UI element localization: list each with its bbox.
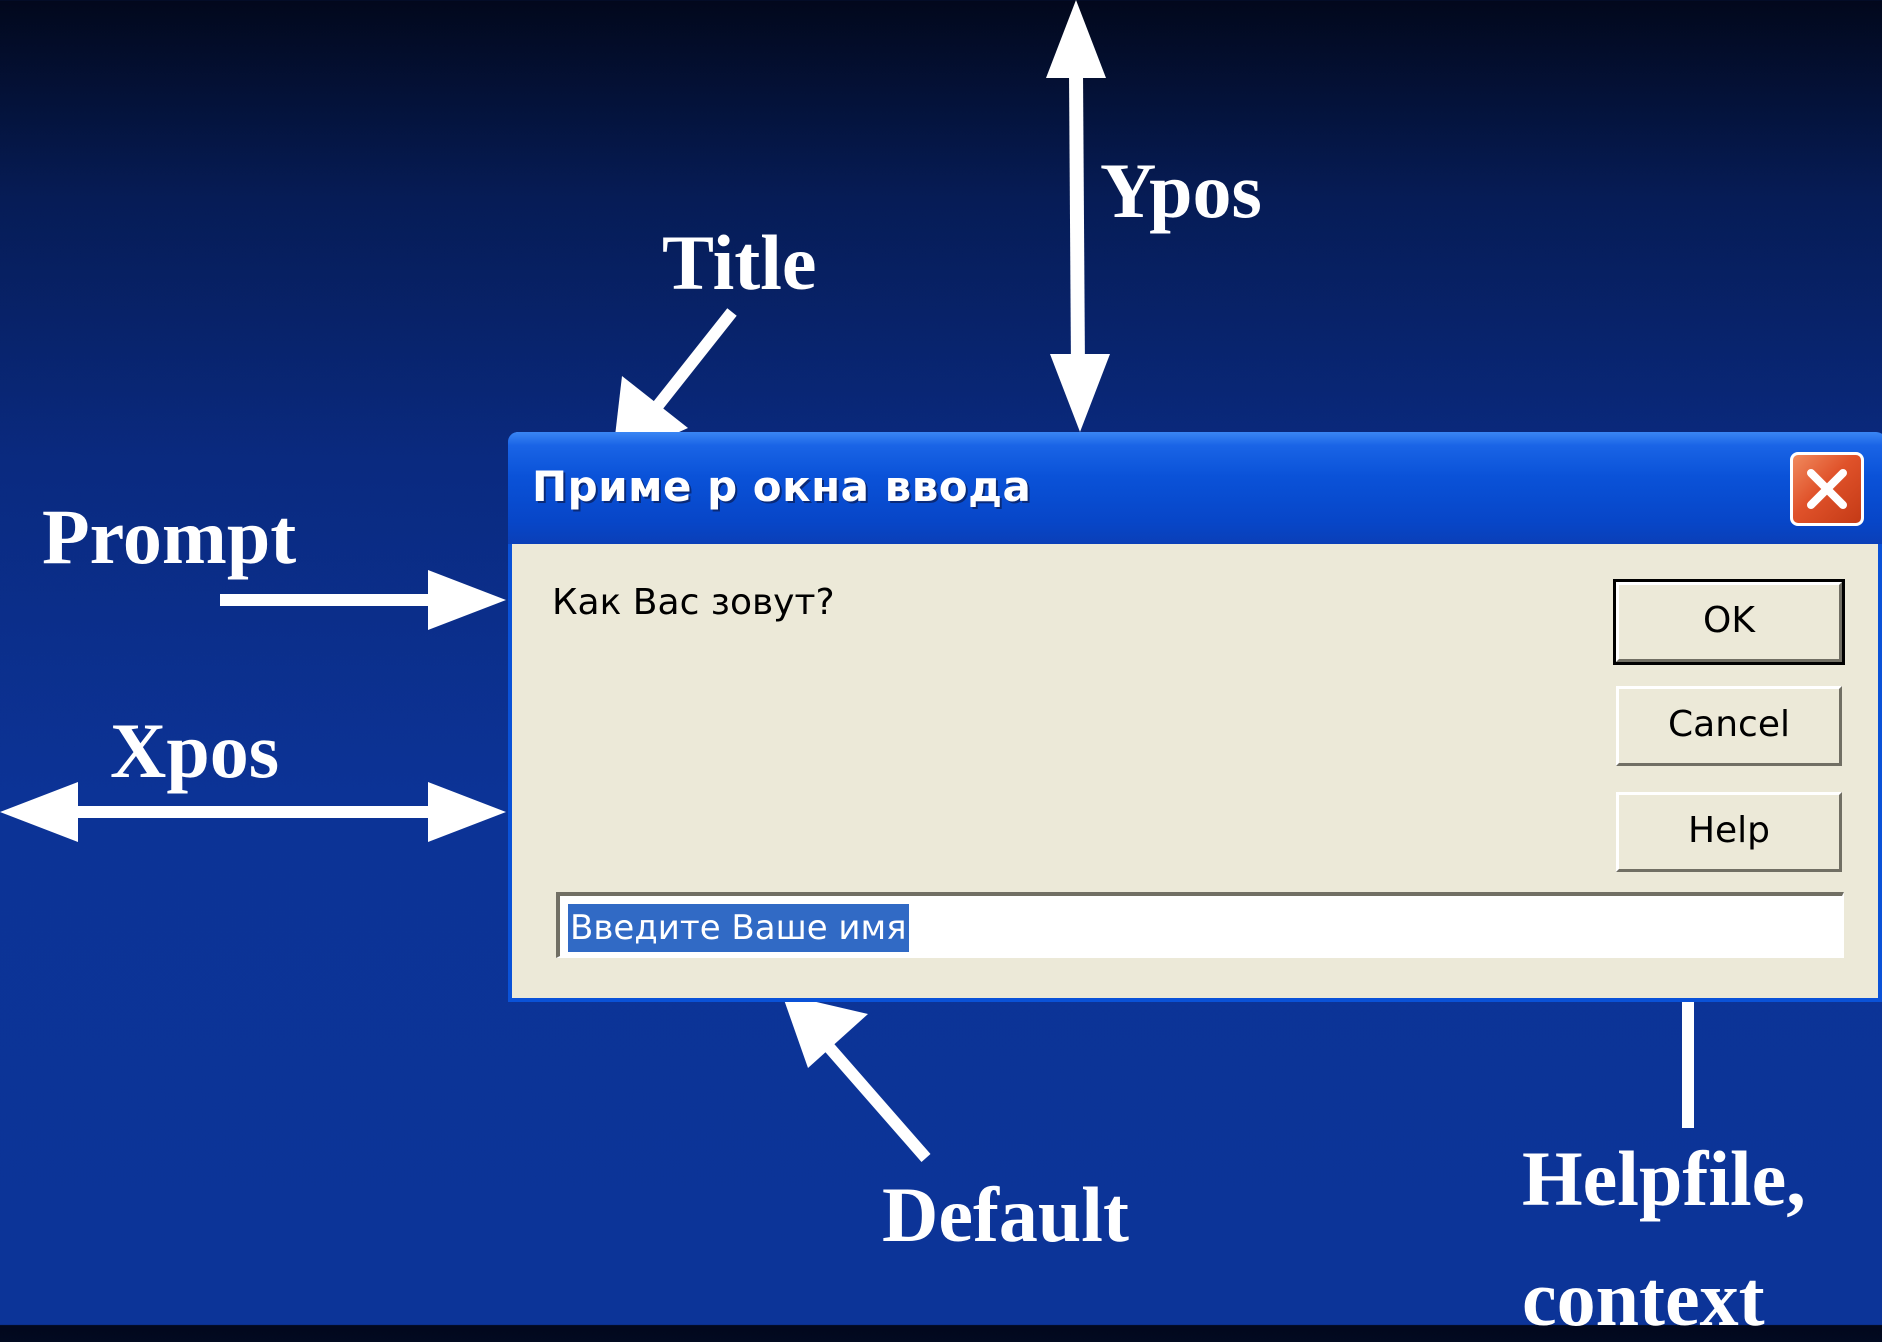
helpfile-label: Helpfile, [1522, 1135, 1806, 1222]
input-dialog: Приме р окна ввода Как Вас зовут? OK Can… [508, 432, 1882, 1002]
ok-button[interactable]: OK [1613, 579, 1845, 665]
help-button[interactable]: Help [1616, 792, 1842, 872]
close-icon [1807, 469, 1847, 509]
title-label: Title [662, 219, 817, 306]
prompt-label: Prompt [42, 493, 297, 580]
prompt-arrow-head [428, 570, 506, 630]
ypos-label: Ypos [1100, 147, 1262, 234]
name-input[interactable]: Введите Ваше имя [556, 892, 1844, 958]
default-arrow-head [782, 994, 868, 1068]
close-button[interactable] [1790, 452, 1864, 526]
ypos-arrow-head-bottom [1050, 354, 1110, 432]
default-arrow [823, 1042, 931, 1162]
context-label: context [1522, 1255, 1765, 1342]
dialog-titlebar[interactable]: Приме р окна ввода [508, 432, 1882, 544]
input-selected-text: Введите Ваше имя [568, 904, 909, 952]
prompt-text: Как Вас зовут? [552, 582, 835, 623]
ypos-arrow [1069, 71, 1085, 371]
title-arrow [651, 308, 737, 412]
xpos-arrow-head-right [428, 782, 506, 842]
xpos-arrow-head-left [0, 782, 78, 842]
xpos-label: Xpos [110, 707, 280, 794]
dialog-title: Приме р окна ввода [532, 462, 1032, 511]
cancel-button[interactable]: Cancel [1616, 686, 1842, 766]
ypos-arrow-head-top [1046, 0, 1106, 78]
default-label: Default [882, 1171, 1129, 1258]
